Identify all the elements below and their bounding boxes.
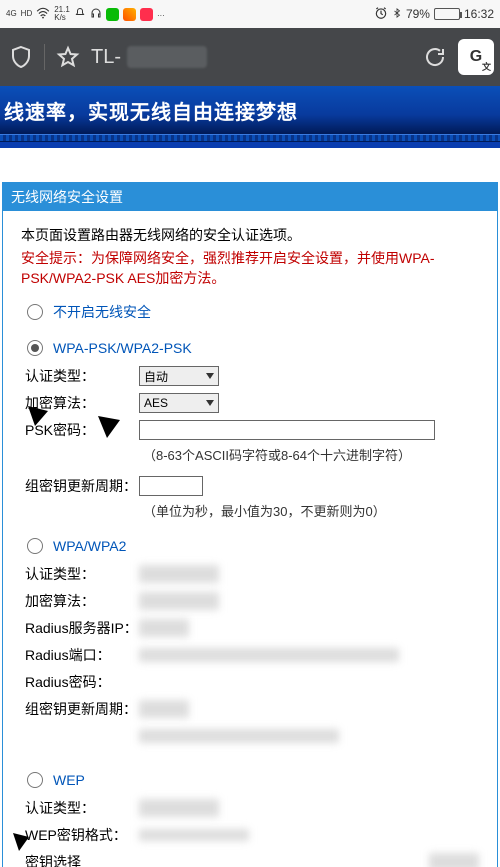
star-icon[interactable] [53,42,83,72]
wpa-enc-label: 加密算法： [25,591,139,611]
reload-icon[interactable] [420,42,450,72]
redacted [139,565,219,583]
headphones-icon [90,7,102,22]
page-banner: 线速率，实现无线自由连接梦想 [0,86,500,148]
status-bar: 4G HD 21.1 K/s … 79% 16:32 [0,0,500,28]
banner-text: 线速率，实现无线自由连接梦想 [0,86,500,134]
mode-wpapsk-title: WPA-PSK/WPA2-PSK [53,340,192,356]
mode-off-label: 不开启无线安全 [53,302,151,322]
status-left: 4G HD 21.1 K/s … [6,6,165,22]
status-right: 79% 16:32 [374,6,494,23]
psk-input[interactable] [139,420,435,440]
hd-label: HD [21,10,33,18]
mode-off-row[interactable]: 不开启无线安全 [27,302,479,322]
net-speed: 21.1 K/s [54,6,70,22]
translate-g: G [470,48,482,66]
separator [44,44,45,70]
wifi-icon [36,7,50,22]
app-icon-2 [123,8,136,21]
enc-algo-value: AES [144,396,168,410]
radio-wpapsk[interactable] [27,340,43,356]
mode-wpa-row[interactable]: WPA/WPA2 [27,538,479,554]
radio-wep[interactable] [27,772,43,788]
security-panel: 无线网络安全设置 本页面设置路由器无线网络的安全认证选项。 安全提示：为保障网络… [2,182,498,867]
mode-wep-title: WEP [53,772,85,788]
groupkey-label: 组密钥更新周期： [25,476,139,496]
auth-type-value: 自动 [144,368,168,385]
wep-fmt-label: WEP密钥格式： [25,825,139,845]
chevron-down-icon [206,400,214,406]
enc-algo-label: 加密算法： [25,393,139,413]
translate-sub: 文 [482,60,491,73]
redacted [139,799,219,817]
radio-wpa[interactable] [27,538,43,554]
redacted [429,853,479,867]
bluetooth-icon [392,6,402,23]
mode-wpa-title: WPA/WPA2 [53,538,126,554]
radius-port-label: Radius端口： [25,645,139,665]
url-redacted [127,46,207,68]
groupkey-hint: （单位为秒，最小值为30，不更新则为0） [143,501,479,520]
enc-algo-select[interactable]: AES [139,393,219,413]
wpa-fields: 认证类型： 加密算法： Radius服务器IP： Radius端口： Radiu… [25,562,479,748]
redacted [139,648,399,662]
wpapsk-fields: 认证类型： 自动 加密算法： AES [25,364,479,520]
bell-icon [74,7,86,22]
radius-pw-label: Radius密码： [25,672,139,692]
url-prefix: TL- [91,46,121,69]
app-icon-1 [106,8,119,21]
groupkey-input[interactable] [139,476,203,496]
clock: 16:32 [464,7,494,21]
redacted [139,829,249,841]
net-4g-label: 4G [6,10,17,18]
wep-fields: 认证类型： WEP密钥格式： 密钥选择 密钥 1： 密钥 2： 密钥 3： [25,796,479,867]
auth-type-label: 认证类型： [25,366,139,386]
browser-bar: TL- G 文 [0,28,500,86]
shield-icon[interactable] [6,42,36,72]
redacted [139,700,189,718]
more-dots: … [157,10,165,18]
wep-keysel-label: 密钥选择 [25,852,139,867]
wpa-auth-label: 认证类型： [25,564,139,584]
radio-off[interactable] [27,304,43,320]
chevron-down-icon [206,373,214,379]
app-icon-3 [140,8,153,21]
battery-icon [434,8,460,20]
battery-percent: 79% [406,7,430,21]
auth-type-select[interactable]: 自动 [139,366,219,386]
psk-label: PSK密码： [25,420,139,440]
panel-warning: 安全提示：为保障网络安全，强烈推荐开启安全设置，并使用WPA-PSK/WPA2-… [21,249,479,288]
wpa-gk-label: 组密钥更新周期： [25,699,139,719]
psk-hint: （8-63个ASCII码字符或8-64个十六进制字符） [143,445,479,464]
alarm-icon [374,6,388,23]
banner-stripe [0,134,500,142]
panel-intro: 本页面设置路由器无线网络的安全认证选项。 [21,225,479,245]
redacted [139,592,219,610]
redacted [139,729,339,743]
translate-button[interactable]: G 文 [458,39,494,75]
wep-auth-label: 认证类型： [25,798,139,818]
address-bar[interactable]: TL- [91,46,207,69]
mode-wpapsk-row[interactable]: WPA-PSK/WPA2-PSK [27,340,479,356]
mode-wep-row[interactable]: WEP [27,772,479,788]
panel-title: 无线网络安全设置 [3,183,497,211]
radius-ip-label: Radius服务器IP： [25,618,139,638]
redacted [139,619,189,637]
